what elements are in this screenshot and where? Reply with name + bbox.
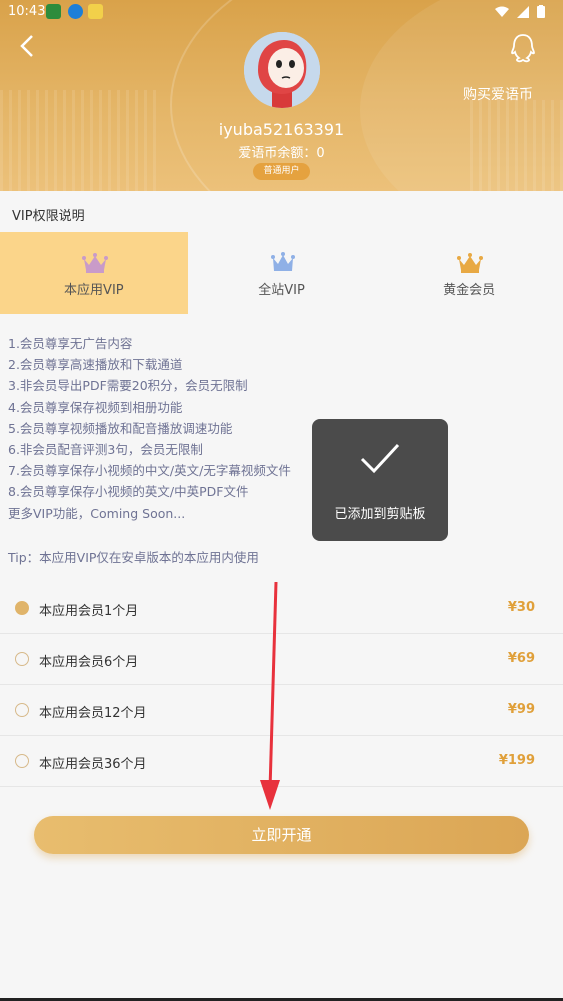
- radio-unselected[interactable]: [15, 652, 29, 666]
- feature-item: 4.会员尊享保存视频到相册功能: [8, 399, 183, 415]
- plan-name: 本应用会员12个月: [39, 706, 147, 721]
- wifi-icon: [495, 6, 509, 17]
- status-time: 10:43: [8, 4, 46, 19]
- plan-price: ¥30: [507, 600, 535, 615]
- feature-item: 更多VIP功能，Coming Soon...: [8, 505, 186, 521]
- username: iyuba52163391: [218, 120, 345, 139]
- blue-crown-icon: [270, 252, 295, 271]
- plan-name: 本应用会员1个月: [39, 604, 139, 619]
- feature-item: 7.会员尊享保存小视频的中文/英文/无字幕视频文件: [8, 463, 291, 479]
- tab-label: 全站VIP: [258, 283, 305, 298]
- activate-now-button[interactable]: 立即开通: [34, 816, 529, 854]
- plan-price: ¥199: [498, 753, 535, 768]
- plan-name: 本应用会员36个月: [39, 757, 147, 772]
- avatar[interactable]: [244, 32, 320, 108]
- coin-balance: 爱语币余额：0: [238, 146, 325, 161]
- paw-notification-icon: [68, 4, 83, 19]
- game-notification-icon: [88, 4, 103, 19]
- radio-selected[interactable]: [15, 601, 29, 615]
- feature-item: 5.会员尊享视频播放和配音播放调速功能: [8, 420, 233, 436]
- tab-label: 黄金会员: [443, 283, 496, 298]
- plan-price: ¥69: [507, 651, 535, 666]
- status-bar: 10:43: [0, 0, 563, 24]
- plan-name: 本应用会员6个月: [39, 655, 139, 670]
- qq-service-icon[interactable]: [508, 32, 538, 64]
- radio-unselected[interactable]: [15, 703, 29, 717]
- usage-tip: Tip：本应用VIP仅在安卓版本的本应用内使用: [8, 550, 259, 565]
- feature-item: 2.会员尊享高速播放和下载通道: [8, 357, 183, 373]
- profile-header: 10:43 购买爱语币 iyuba52163391 爱语币余额：0 普通用户: [0, 0, 563, 191]
- feature-item: 1.会员尊享无广告内容: [8, 336, 133, 351]
- tab-site-vip[interactable]: 全站VIP: [188, 232, 376, 314]
- app-notification-icon: [46, 4, 61, 19]
- tab-label: 本应用VIP: [64, 283, 124, 298]
- toast-message: 已添加到剪贴板: [334, 507, 426, 522]
- feature-item: 8.会员尊享保存小视频的英文/中英PDF文件: [8, 484, 249, 500]
- member-status-badge: 普通用户: [253, 163, 310, 180]
- feature-item: 3.非会员导出PDF需要20积分，会员无限制: [8, 378, 248, 394]
- battery-icon: [537, 5, 545, 18]
- radio-unselected[interactable]: [15, 754, 29, 768]
- buy-coins-link[interactable]: 购买爱语币: [463, 84, 533, 104]
- avatar-character-icon: [244, 32, 320, 108]
- clipboard-toast: 已添加到剪贴板: [312, 419, 448, 541]
- vip-rights-title: VIP权限说明: [12, 209, 85, 224]
- gold-crown-icon: [457, 253, 484, 273]
- signal-icon: [517, 5, 529, 18]
- plan-price: ¥99: [507, 702, 535, 717]
- vip-feature-list: 1.会员尊享无广告内容 2.会员尊享高速播放和下载通道 3.非会员导出PDF需要…: [8, 333, 291, 524]
- back-arrow-icon[interactable]: [16, 32, 40, 60]
- red-arrow-annotation: [260, 581, 280, 810]
- check-icon: [360, 443, 400, 474]
- vip-type-tabs: 本应用VIP 全站VIP 黄金会员: [0, 232, 563, 314]
- feature-item: 6.非会员配音评测3句，会员无限制: [8, 442, 203, 458]
- tab-gold-member[interactable]: 黄金会员: [375, 232, 563, 314]
- pink-crown-icon: [82, 253, 108, 273]
- tab-app-vip[interactable]: 本应用VIP: [0, 232, 188, 314]
- header-stripes: [0, 90, 160, 191]
